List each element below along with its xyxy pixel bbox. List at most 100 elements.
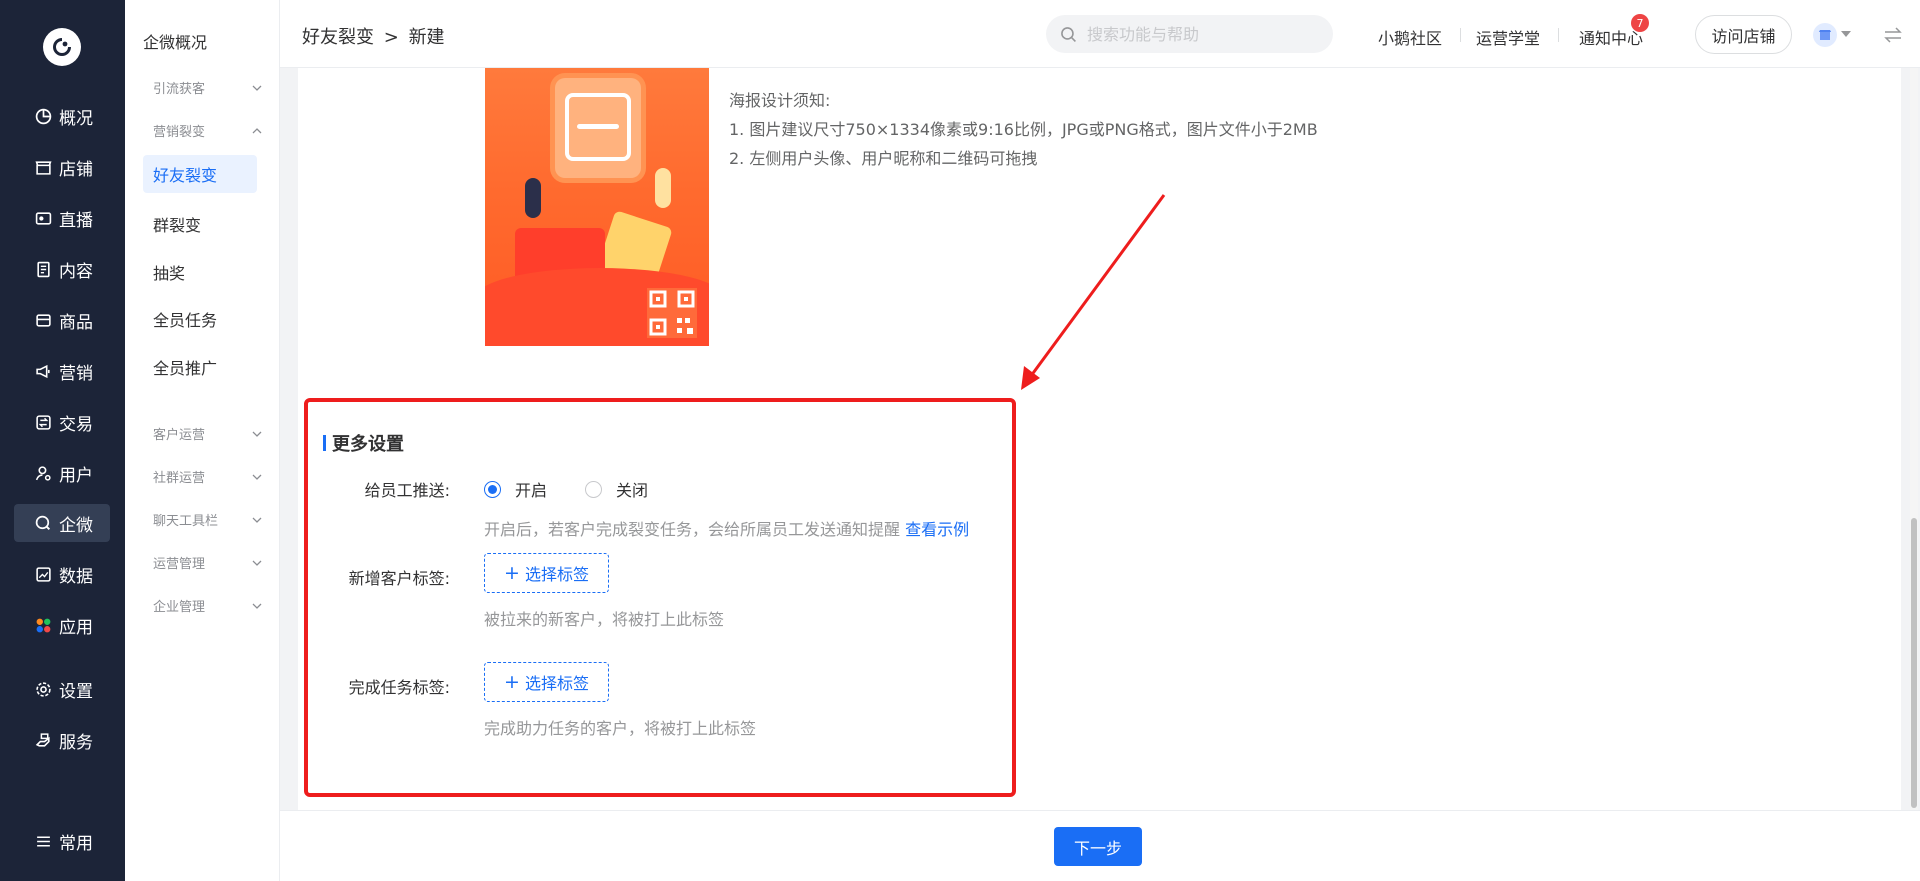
document-icon	[34, 260, 52, 278]
radio-label: 开启	[515, 481, 548, 500]
rail-label: 店铺	[59, 159, 93, 180]
rail-item-service[interactable]: 服务	[14, 721, 110, 759]
subnav-group-label: 聊天工具栏	[153, 514, 219, 529]
header-link-academy[interactable]: 运营学堂	[1476, 25, 1540, 49]
plus-icon: +	[504, 561, 520, 584]
switch-icon[interactable]	[1883, 26, 1903, 44]
plus-icon: +	[504, 670, 520, 693]
subnav-overview[interactable]: 企微概况	[143, 29, 207, 53]
subnav-group-community-ops[interactable]: 社群运营	[153, 467, 263, 486]
task-complete-tag-hint: 完成助力任务的客户，将被打上此标签	[484, 719, 757, 738]
radio-dot	[585, 480, 602, 498]
subnav-group-ops-management[interactable]: 运营管理	[153, 553, 263, 572]
main-rail: 概况 店铺 直播 内容 商品 营销 交易 用户 企微 数据 应用 设置 服务 常…	[0, 0, 125, 881]
select-task-complete-tag-button[interactable]: + 选择标签	[484, 662, 609, 702]
push-off-radio[interactable]: 关闭	[585, 477, 648, 501]
subnav-item-all-staff-promo[interactable]: 全员推广	[153, 355, 217, 379]
chevron-down-icon	[252, 517, 262, 523]
service-icon	[34, 731, 52, 749]
rail-item-frequent[interactable]: 常用	[14, 822, 110, 860]
poster-preview[interactable]	[485, 68, 709, 346]
radio-label: 关闭	[616, 481, 649, 500]
subnav-item-lottery[interactable]: 抽奖	[153, 260, 185, 284]
apps-icon	[34, 616, 52, 634]
scrollbar-thumb[interactable]	[1911, 518, 1917, 808]
subnav-item-all-staff-task[interactable]: 全员任务	[153, 307, 217, 331]
rail-label: 商品	[59, 312, 93, 333]
poster-figure	[655, 168, 671, 208]
view-example-link[interactable]: 查看示例	[905, 520, 969, 539]
rail-item-store[interactable]: 店铺	[14, 148, 110, 186]
main-content: 海报设计须知: 1. 图片建议尺寸750×1334像素或9:16比例，JPG或P…	[298, 68, 1901, 810]
subnav-group-label: 客户运营	[153, 428, 206, 443]
rail-label: 用户	[59, 465, 93, 486]
subnav-group-label: 运营管理	[153, 557, 206, 572]
poster-tips-line: 1. 图片建议尺寸750×1334像素或9:16比例，JPG或PNG格式，图片文…	[729, 120, 1318, 139]
app-logo[interactable]	[43, 28, 81, 66]
subnav-group-label: 社群运营	[153, 471, 206, 486]
rail-label: 应用	[59, 617, 93, 638]
search-input[interactable]	[1087, 24, 1307, 44]
caret-down-icon[interactable]	[1840, 29, 1852, 39]
qr-code-icon	[647, 288, 697, 338]
header-link-community[interactable]: 小鹅社区	[1378, 25, 1442, 49]
rail-item-user[interactable]: 用户	[14, 454, 110, 492]
rail-item-settings[interactable]: 设置	[14, 670, 110, 708]
rail-item-product[interactable]: 商品	[14, 301, 110, 339]
rail-item-content[interactable]: 内容	[14, 250, 110, 288]
rail-label: 内容	[59, 261, 93, 282]
section-title-text: 更多设置	[332, 434, 404, 455]
shop-avatar[interactable]	[1813, 23, 1837, 47]
live-icon	[34, 209, 52, 227]
select-new-customer-tag-button[interactable]: + 选择标签	[484, 553, 609, 593]
rail-item-overview[interactable]: 概况	[14, 97, 110, 135]
rail-item-live[interactable]: 直播	[14, 199, 110, 237]
notification-badge: 7	[1631, 14, 1649, 32]
subnav-group-label: 引流获客	[153, 82, 206, 97]
subnav-item-friend-fission[interactable]: 好友裂变	[143, 155, 257, 193]
task-complete-tag-label: 完成任务标签:	[348, 678, 450, 697]
rail-label: 企微	[59, 515, 93, 536]
radio-dot	[484, 480, 501, 498]
breadcrumb-current: 新建	[408, 27, 445, 48]
scan-line	[577, 124, 619, 129]
poster-figure	[525, 178, 541, 218]
chevron-down-icon	[252, 474, 262, 480]
subnav-item-group-fission[interactable]: 群裂变	[153, 212, 201, 236]
rail-item-data[interactable]: 数据	[14, 555, 110, 593]
subnav-group-enterprise-management[interactable]: 企业管理	[153, 596, 263, 615]
new-customer-tag-hint: 被拉来的新客户，将被打上此标签	[484, 610, 725, 629]
poster-tips-line: 2. 左侧用户头像、用户昵称和二维码可拖拽	[729, 149, 1038, 168]
push-on-radio[interactable]: 开启	[484, 477, 547, 501]
subnav-group-marketing[interactable]: 营销裂变	[153, 121, 263, 140]
settings-icon	[34, 680, 52, 698]
subnav-group-chat-toolbar[interactable]: 聊天工具栏	[153, 510, 263, 529]
breadcrumb-separator: >	[383, 27, 399, 48]
product-icon	[34, 311, 52, 329]
rail-label: 营销	[59, 363, 93, 384]
next-step-button[interactable]: 下一步	[1054, 827, 1142, 866]
title-accent-bar	[323, 435, 326, 451]
rail-label: 数据	[59, 566, 93, 587]
subnav-group-customer-ops[interactable]: 客户运营	[153, 424, 263, 443]
subnav-group-label: 营销裂变	[153, 125, 206, 140]
chevron-down-icon	[252, 85, 262, 91]
visit-store-button[interactable]: 访问店铺	[1695, 15, 1792, 54]
rail-item-trade[interactable]: 交易	[14, 403, 110, 441]
content-scrollbar[interactable]	[1910, 68, 1918, 810]
breadcrumb-parent[interactable]: 好友裂变	[302, 27, 374, 48]
user-icon	[34, 464, 52, 482]
header-divider	[1558, 28, 1559, 42]
rail-item-apps[interactable]: 应用	[14, 606, 110, 644]
rail-item-marketing[interactable]: 营销	[14, 352, 110, 390]
subnav-group-label: 企业管理	[153, 600, 206, 615]
wecom-icon	[34, 514, 52, 532]
rail-item-wecom[interactable]: 企微	[14, 504, 110, 542]
rail-label: 直播	[59, 210, 93, 231]
subnav-group-lead[interactable]: 引流获客	[153, 78, 263, 97]
poster-tips-title: 海报设计须知:	[729, 91, 831, 110]
new-customer-tag-label: 新增客户标签:	[348, 569, 450, 588]
pie-chart-icon	[34, 107, 52, 125]
shop-icon	[1819, 30, 1831, 40]
chevron-down-icon	[252, 603, 262, 609]
